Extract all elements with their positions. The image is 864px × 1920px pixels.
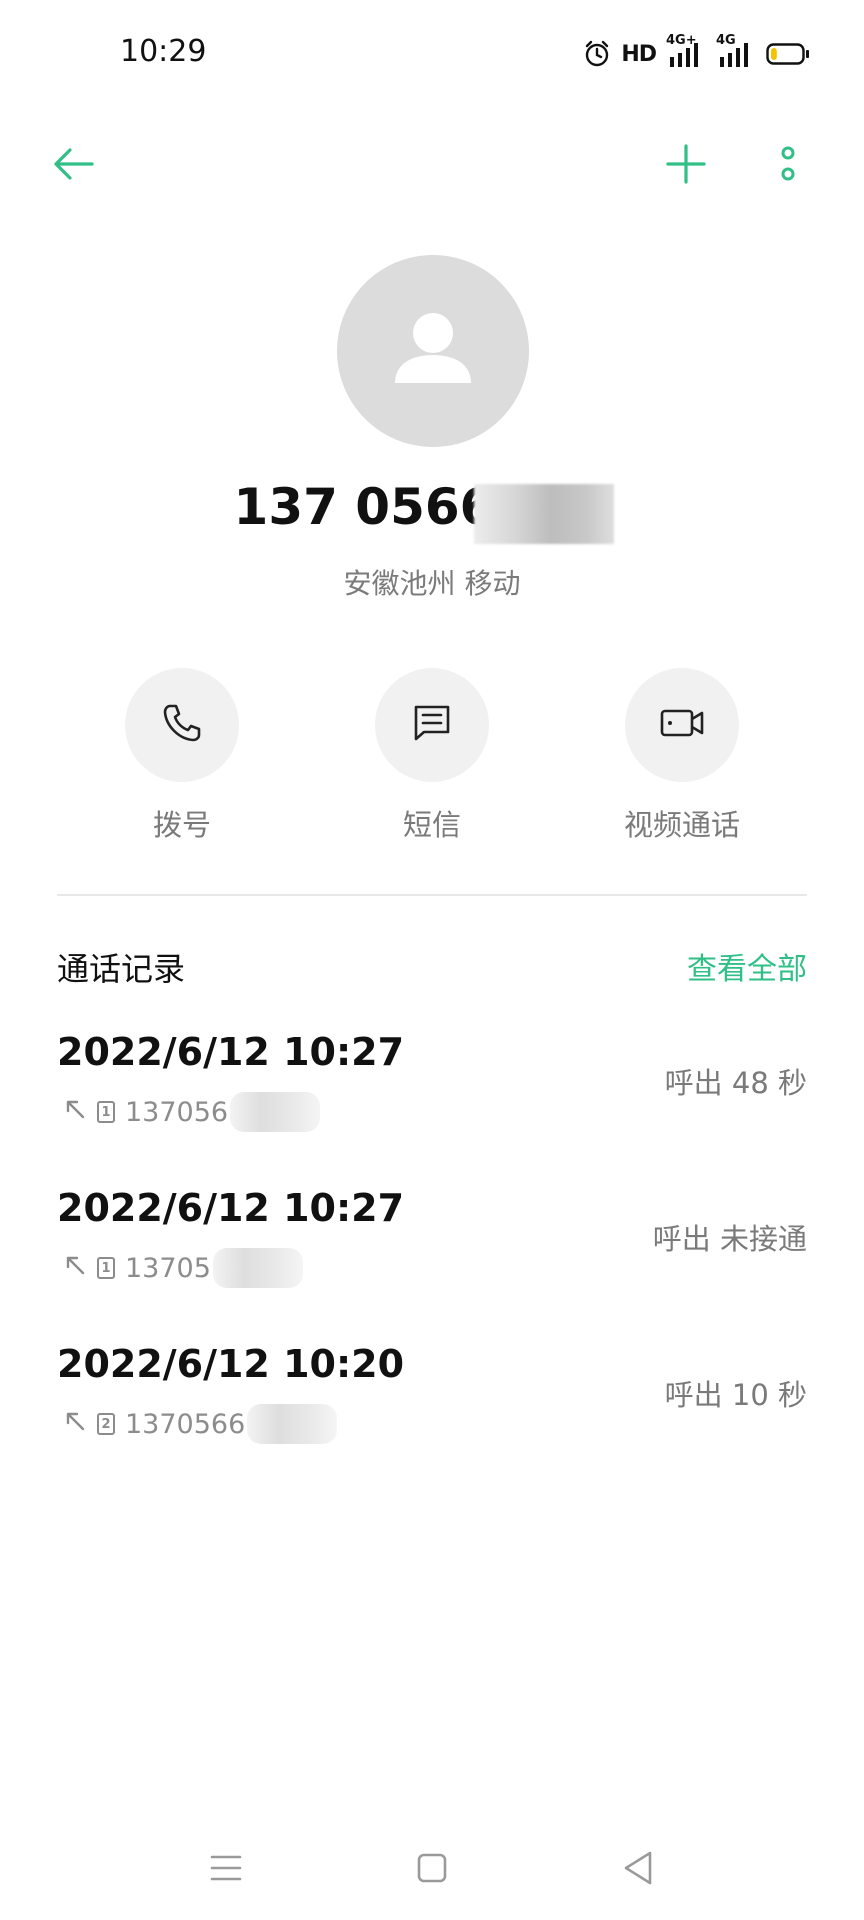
outgoing-call-icon — [63, 1409, 87, 1440]
call-number: 1370566 — [125, 1408, 246, 1440]
home-button[interactable] — [402, 1840, 462, 1900]
call-details: 1 13705 — [63, 1248, 303, 1288]
sms-action[interactable]: 短信 — [312, 668, 552, 844]
call-details: 1 137056 — [63, 1092, 321, 1132]
redacted-digits — [230, 1092, 321, 1132]
more-options-button[interactable] — [756, 134, 820, 198]
back-button[interactable] — [42, 134, 106, 198]
contact-number: 137 0566 — [233, 478, 495, 536]
call-log-item[interactable]: 2022/6/12 10:27 1 13705 呼出 未接通 — [57, 1186, 807, 1306]
status-icons: HD 4G+ 4G — [583, 33, 810, 72]
phone-icon — [160, 701, 204, 749]
home-icon — [416, 1852, 448, 1888]
video-call-action[interactable]: 视频通话 — [562, 668, 802, 844]
video-call-button[interactable] — [625, 668, 739, 782]
sim-badge: 2 — [97, 1413, 115, 1435]
menu-icon — [209, 1853, 243, 1887]
redacted-digits — [474, 484, 614, 544]
call-datetime: 2022/6/12 10:27 — [57, 1186, 405, 1230]
call-button[interactable] — [125, 668, 239, 782]
video-icon — [658, 703, 706, 747]
system-back-button[interactable] — [608, 1840, 668, 1900]
call-log-title: 通话记录 — [57, 950, 186, 988]
add-icon — [665, 143, 707, 189]
sim-badge: 1 — [97, 1101, 115, 1123]
redacted-digits — [212, 1248, 303, 1288]
outgoing-call-icon — [63, 1253, 87, 1284]
call-status: 呼出 10 秒 — [664, 1378, 807, 1412]
status-time: 10:29 — [120, 34, 207, 69]
view-all-link[interactable]: 查看全部 — [687, 944, 807, 988]
call-label: 拨号 — [152, 808, 211, 842]
outgoing-call-icon — [63, 1097, 87, 1128]
contact-detail-screen: 10:29 HD 4G+ 4G 137 0566 安徽池州 移动 拨号 短信 视… — [0, 0, 864, 1920]
divider — [57, 894, 807, 896]
back-arrow-icon — [52, 146, 96, 186]
sms-button[interactable] — [375, 668, 489, 782]
status-bar: 10:29 HD 4G+ 4G — [0, 0, 864, 108]
sms-label: 短信 — [402, 808, 461, 842]
back-icon — [622, 1850, 654, 1890]
person-icon — [385, 301, 481, 401]
more-vertical-icon — [778, 144, 798, 188]
call-status: 呼出 未接通 — [652, 1222, 807, 1256]
avatar[interactable] — [337, 255, 529, 447]
redacted-digits — [247, 1404, 338, 1444]
sim-badge: 1 — [97, 1257, 115, 1279]
add-contact-button[interactable] — [654, 134, 718, 198]
signal-icon: 4G+ — [666, 33, 706, 69]
call-datetime: 2022/6/12 10:27 — [57, 1030, 405, 1074]
signal-icon: 4G — [716, 33, 756, 69]
call-status: 呼出 48 秒 — [664, 1066, 807, 1100]
top-bar — [0, 130, 864, 210]
contact-number-row: 137 0566 — [0, 478, 864, 544]
call-datetime: 2022/6/12 10:20 — [57, 1342, 405, 1386]
video-call-label: 视频通话 — [623, 808, 740, 842]
call-log-item[interactable]: 2022/6/12 10:20 2 1370566 呼出 10 秒 — [57, 1342, 807, 1462]
battery-icon — [766, 42, 810, 66]
call-details: 2 1370566 — [63, 1404, 338, 1444]
call-number: 137056 — [125, 1096, 229, 1128]
call-action[interactable]: 拨号 — [62, 668, 302, 844]
number-location: 安徽池州 移动 — [343, 567, 521, 600]
hd-icon: HD — [621, 41, 657, 67]
call-log-item[interactable]: 2022/6/12 10:27 1 137056 呼出 48 秒 — [57, 1030, 807, 1150]
call-number: 13705 — [125, 1252, 211, 1284]
message-icon — [410, 701, 454, 749]
alarm-icon — [583, 40, 611, 68]
system-nav-bar — [0, 1820, 864, 1920]
recent-apps-button[interactable] — [196, 1840, 256, 1900]
